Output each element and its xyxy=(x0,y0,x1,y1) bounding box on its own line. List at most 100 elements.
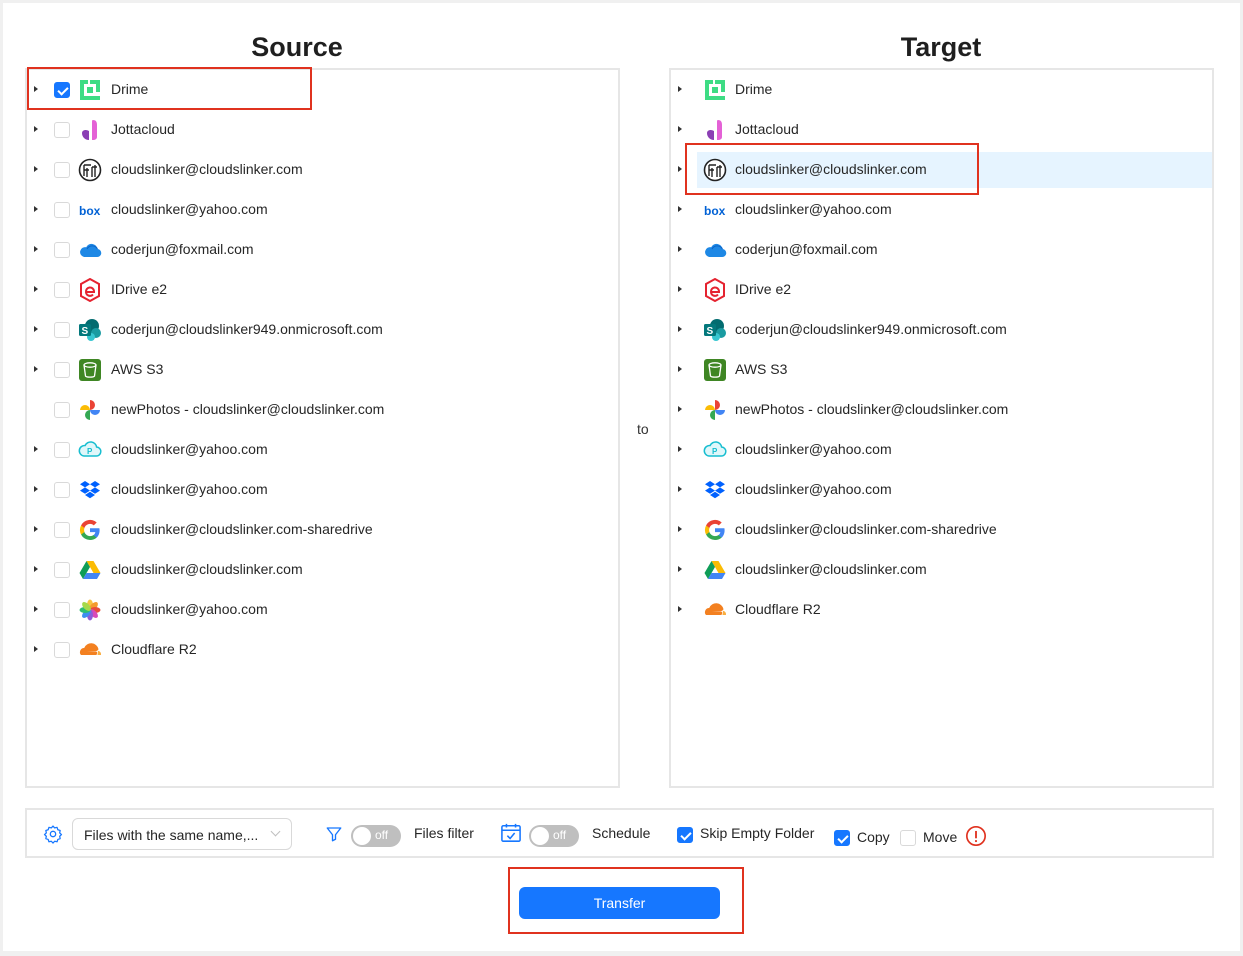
source-item-checkbox[interactable] xyxy=(54,562,70,578)
expand-caret-icon[interactable] xyxy=(678,86,682,92)
svg-text:S: S xyxy=(707,326,714,337)
expand-caret-icon[interactable] xyxy=(678,566,682,572)
expand-caret-icon[interactable] xyxy=(678,366,682,372)
source-tree-row[interactable]: Cloudflare R2 xyxy=(27,632,618,668)
source-item-checkbox[interactable] xyxy=(54,642,70,658)
source-tree-row[interactable]: Drime xyxy=(27,72,618,108)
source-tree-row[interactable]: cloudslinker@cloudslinker.com-sharedrive xyxy=(27,512,618,548)
source-tree-row[interactable]: Pcloudslinker@yahoo.com xyxy=(27,432,618,468)
source-item-checkbox[interactable] xyxy=(54,482,70,498)
source-item-checkbox[interactable] xyxy=(54,402,70,418)
source-tree-row[interactable]: cloudslinker@cloudslinker.com xyxy=(27,552,618,588)
pcloud-icon: P xyxy=(78,438,102,462)
expand-caret-icon[interactable] xyxy=(678,286,682,292)
transfer-options-bar: Files with the same name,... off Files f… xyxy=(25,808,1214,858)
aws-s3-icon xyxy=(78,358,102,382)
expand-caret-icon[interactable] xyxy=(678,486,682,492)
expand-caret-icon[interactable] xyxy=(678,246,682,252)
source-item-label: cloudslinker@yahoo.com xyxy=(111,601,268,617)
expand-caret-icon[interactable] xyxy=(34,86,38,92)
source-item-checkbox[interactable] xyxy=(54,322,70,338)
expand-caret-icon[interactable] xyxy=(34,526,38,532)
skip-empty-folder-label: Skip Empty Folder xyxy=(700,825,815,841)
source-item-checkbox[interactable] xyxy=(54,82,70,98)
jottacloud-icon xyxy=(78,118,102,142)
target-tree-row[interactable]: cloudslinker@cloudslinker.com xyxy=(671,552,1212,588)
pcloud-icon: P xyxy=(703,438,727,462)
source-tree-row[interactable]: Scoderjun@cloudslinker949.onmicrosoft.co… xyxy=(27,312,618,348)
target-tree-row[interactable]: cloudslinker@yahoo.com xyxy=(671,472,1212,508)
source-tree-row[interactable]: box cloudslinker@yahoo.com xyxy=(27,192,618,228)
expand-caret-icon[interactable] xyxy=(678,126,682,132)
source-tree-row[interactable]: cloudslinker@yahoo.com xyxy=(27,592,618,628)
expand-caret-icon[interactable] xyxy=(34,326,38,332)
source-item-checkbox[interactable] xyxy=(54,442,70,458)
target-tree-row[interactable]: Drime xyxy=(671,72,1212,108)
move-checkbox[interactable] xyxy=(900,830,916,846)
files-filter-switch[interactable]: off xyxy=(351,825,401,847)
expand-caret-icon[interactable] xyxy=(34,566,38,572)
svg-text:box: box xyxy=(704,204,726,218)
source-item-label: cloudslinker@cloudslinker.com-sharedrive xyxy=(111,521,373,537)
info-icon[interactable] xyxy=(965,825,987,847)
source-tree-row[interactable]: Jottacloud xyxy=(27,112,618,148)
source-item-label: cloudslinker@yahoo.com xyxy=(111,441,268,457)
source-item-checkbox[interactable] xyxy=(54,282,70,298)
source-item-checkbox[interactable] xyxy=(54,602,70,618)
target-tree-row[interactable]: newPhotos - cloudslinker@cloudslinker.co… xyxy=(671,392,1212,428)
sharepoint-icon: S xyxy=(703,318,727,342)
expand-caret-icon[interactable] xyxy=(34,606,38,612)
aws-s3-icon xyxy=(703,358,727,382)
target-tree-row[interactable]: Scoderjun@cloudslinker949.onmicrosoft.co… xyxy=(671,312,1212,348)
expand-caret-icon[interactable] xyxy=(34,486,38,492)
target-tree-row[interactable]: IDrive e2 xyxy=(671,272,1212,308)
source-tree-row[interactable]: IDrive e2 xyxy=(27,272,618,308)
source-item-checkbox[interactable] xyxy=(54,202,70,218)
source-item-checkbox[interactable] xyxy=(54,522,70,538)
target-tree-row[interactable]: Jottacloud xyxy=(671,112,1212,148)
source-tree-row[interactable]: cloudslinker@yahoo.com xyxy=(27,472,618,508)
copy-label: Copy xyxy=(857,829,890,845)
google-icon xyxy=(703,518,727,542)
expand-caret-icon[interactable] xyxy=(34,166,38,172)
expand-caret-icon[interactable] xyxy=(678,206,682,212)
expand-caret-icon[interactable] xyxy=(34,646,38,652)
expand-caret-icon[interactable] xyxy=(678,326,682,332)
target-tree-row[interactable]: Pcloudslinker@yahoo.com xyxy=(671,432,1212,468)
google-drive-icon xyxy=(78,558,102,582)
expand-caret-icon[interactable] xyxy=(678,446,682,452)
expand-caret-icon[interactable] xyxy=(34,206,38,212)
target-tree-row[interactable]: Cloudflare R2 xyxy=(671,592,1212,628)
copy-checkbox[interactable] xyxy=(834,830,850,846)
skip-empty-folder-checkbox[interactable] xyxy=(677,827,693,843)
conflict-policy-select[interactable]: Files with the same name,... xyxy=(72,818,292,850)
source-item-checkbox[interactable] xyxy=(54,362,70,378)
source-tree-row[interactable]: cloudslinker@cloudslinker.com xyxy=(27,152,618,188)
source-tree-row[interactable]: AWS S3 xyxy=(27,352,618,388)
source-item-checkbox[interactable] xyxy=(54,122,70,138)
expand-caret-icon[interactable] xyxy=(34,286,38,292)
transfer-button[interactable]: Transfer xyxy=(519,887,720,919)
expand-caret-icon[interactable] xyxy=(678,166,682,172)
target-tree-row[interactable]: cloudslinker@cloudslinker.com-sharedrive xyxy=(671,512,1212,548)
target-tree-row[interactable]: cloudslinker@cloudslinker.com xyxy=(671,152,1212,188)
google-photos-icon xyxy=(78,398,102,422)
expand-caret-icon[interactable] xyxy=(678,606,682,612)
source-tree-row[interactable]: newPhotos - cloudslinker@cloudslinker.co… xyxy=(27,392,618,428)
source-item-label: coderjun@cloudslinker949.onmicrosoft.com xyxy=(111,321,383,337)
expand-caret-icon[interactable] xyxy=(678,526,682,532)
schedule-switch[interactable]: off xyxy=(529,825,579,847)
expand-caret-icon[interactable] xyxy=(34,446,38,452)
settings-icon[interactable] xyxy=(43,824,63,844)
target-tree-row[interactable]: box cloudslinker@yahoo.com xyxy=(671,192,1212,228)
expand-caret-icon[interactable] xyxy=(34,246,38,252)
drime-icon xyxy=(703,78,727,102)
target-tree-row[interactable]: AWS S3 xyxy=(671,352,1212,388)
target-tree-row[interactable]: coderjun@foxmail.com xyxy=(671,232,1212,268)
source-tree-row[interactable]: coderjun@foxmail.com xyxy=(27,232,618,268)
source-item-checkbox[interactable] xyxy=(54,242,70,258)
source-item-checkbox[interactable] xyxy=(54,162,70,178)
expand-caret-icon[interactable] xyxy=(34,126,38,132)
expand-caret-icon[interactable] xyxy=(678,406,682,412)
expand-caret-icon[interactable] xyxy=(34,366,38,372)
